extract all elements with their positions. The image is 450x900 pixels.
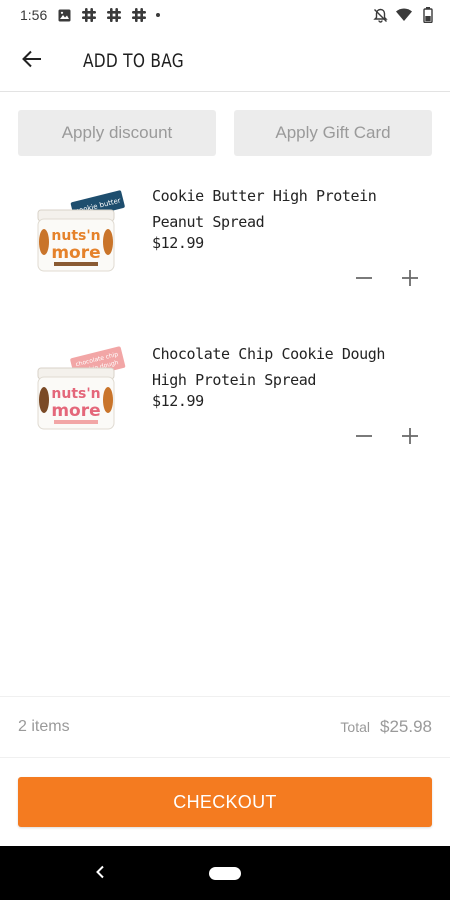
increase-quantity-button[interactable] <box>398 268 422 292</box>
quantity-controls <box>352 268 422 292</box>
product-image[interactable]: chocolate chip cookie dough nuts'n more <box>28 344 128 439</box>
quantity-controls <box>352 426 422 450</box>
status-left: 1:56 <box>20 7 161 23</box>
apply-discount-button[interactable]: Apply discount <box>18 110 216 156</box>
svg-text:nuts'n: nuts'n <box>51 228 100 244</box>
decrease-quantity-button[interactable] <box>352 268 376 292</box>
page-title: ADD TO BAG <box>83 49 184 72</box>
plus-icon <box>401 269 419 291</box>
svg-text:more: more <box>51 243 100 263</box>
increase-quantity-button[interactable] <box>398 426 422 450</box>
minus-icon <box>355 269 373 291</box>
item-name: Cookie Butter High Protein Peanut Spread <box>152 187 377 231</box>
decrease-quantity-button[interactable] <box>352 426 376 450</box>
wifi-icon <box>396 7 412 23</box>
system-nav-bar <box>0 846 450 900</box>
battery-icon <box>420 7 436 23</box>
apply-gift-card-button[interactable]: Apply Gift Card <box>234 110 432 156</box>
app-header: ADD TO BAG <box>0 30 450 92</box>
slack-icon <box>131 7 147 23</box>
items-count: 2 items <box>18 718 70 735</box>
svg-text:nuts'n: nuts'n <box>51 386 100 402</box>
item-name: Chocolate Chip Cookie Dough High Protein… <box>152 345 386 389</box>
image-icon <box>56 7 72 23</box>
plus-icon <box>401 427 419 449</box>
total-label: Total <box>340 719 370 735</box>
cart-item: cookie butter nuts'n more Cookie Butter … <box>0 168 450 326</box>
svg-text:more: more <box>51 401 100 421</box>
slack-icon <box>106 7 122 23</box>
notification-dot-icon <box>156 13 161 17</box>
status-time: 1:56 <box>20 7 48 23</box>
item-price: $12.99 <box>152 234 204 252</box>
cart-item-list: cookie butter nuts'n more Cookie Butter … <box>0 168 450 484</box>
status-right <box>372 7 436 23</box>
chevron-left-icon <box>95 864 105 883</box>
checkout-button[interactable]: CHECKOUT <box>18 777 432 827</box>
bell-off-icon <box>372 7 388 23</box>
product-image[interactable]: cookie butter nuts'n more <box>28 186 128 281</box>
home-pill-icon[interactable] <box>209 866 241 880</box>
total: Total $25.98 <box>340 717 432 737</box>
minus-icon <box>355 427 373 449</box>
order-summary: 2 items Total $25.98 <box>0 696 450 758</box>
arrow-left-icon <box>22 50 42 72</box>
nav-back-button[interactable] <box>90 863 110 883</box>
cart-item: chocolate chip cookie dough nuts'n more … <box>0 326 450 484</box>
total-value: $25.98 <box>380 717 432 736</box>
status-bar: 1:56 <box>0 0 450 30</box>
back-button[interactable] <box>0 30 64 92</box>
item-price: $12.99 <box>152 392 204 410</box>
promo-row: Apply discount Apply Gift Card <box>18 110 432 156</box>
slack-icon <box>81 7 97 23</box>
